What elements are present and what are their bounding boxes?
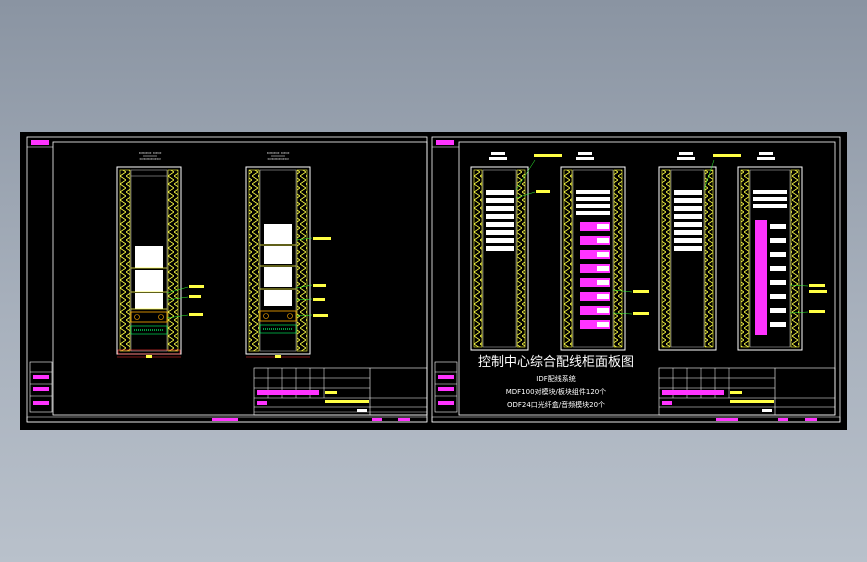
svg-text:▭▭▭▭▭: ▭▭▭▭▭ <box>139 157 160 162</box>
system-line-1: IDF配线系统 <box>536 374 575 383</box>
system-line-3: ODF24口光纤盒/音频模块20个 <box>507 400 605 409</box>
cad-drawing-canvas: ▭▭▭ ▭▭ ▭▭▭▭▭ ▭▭▭ ▭▭ ▭▭▭▭▭ 控制中心综合配线柜面板图 I… <box>20 132 847 430</box>
drawing-main-title: 控制中心综合配线柜面板图 <box>478 355 634 370</box>
svg-text:▭▭▭ ▭▭: ▭▭▭ ▭▭ <box>267 151 290 156</box>
svg-text:▭▭▭▭▭: ▭▭▭▭▭ <box>267 157 288 162</box>
system-line-2: MDF100对模块/板块组件120个 <box>506 387 607 396</box>
svg-text:▭▭▭ ▭▭: ▭▭▭ ▭▭ <box>139 151 162 156</box>
